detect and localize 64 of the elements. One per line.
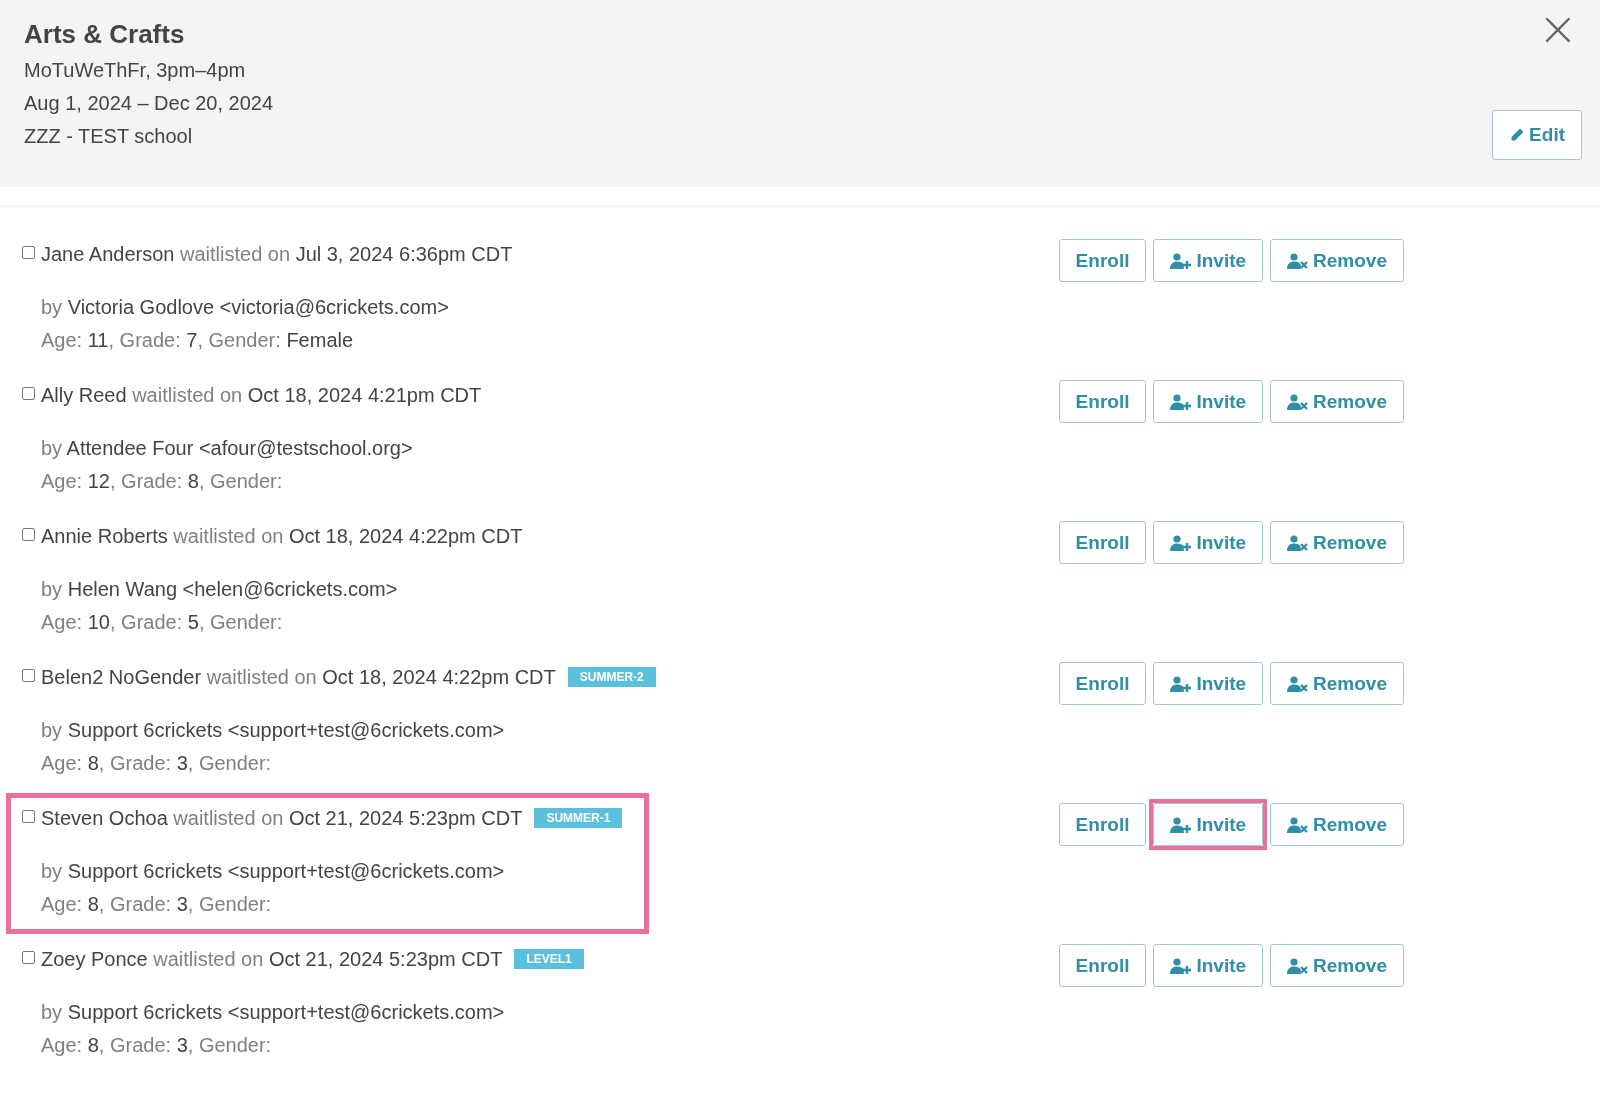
waitlist-entry-text: Ally Reed waitlisted on Oct 18, 2024 4:21pm CDT — [41, 383, 482, 407]
class-detail: ZZZ - TEST school — [24, 124, 194, 149]
enroll-button[interactable]: Enroll — [1058, 944, 1147, 987]
group-tag: SUMMER-2 — [567, 667, 656, 687]
waitlist-entry-text: Steven Ochoa waitlisted on Oct 21, 2024 5:23pm CDT — [41, 806, 523, 830]
waitlist-entry-text: Zoey Ponce waitlisted on Oct 21, 2024 5:23pm CDT — [41, 947, 503, 971]
checkbox[interactable] — [22, 809, 35, 823]
remove-button[interactable]: Remove — [1270, 380, 1404, 423]
edit-button[interactable]: Edit — [1492, 110, 1582, 160]
registered-by-text: by Support 6crickets <support+test@6crickets.com> — [41, 859, 506, 884]
invite-button[interactable]: Invite — [1153, 944, 1264, 987]
student-details-text: Age: 8, Grade: 3, Gender: — [41, 1033, 273, 1058]
registered-by-text: by Support 6crickets <support+test@6crickets.com> — [41, 718, 506, 743]
enroll-button[interactable]: Enroll — [1058, 662, 1147, 705]
registered-by-text: by Attendee Four <afour@testschool.org> — [41, 436, 414, 461]
remove-user-icon — [1287, 252, 1310, 269]
class-detail: MoTuWeThFr, 3pm–4pm — [24, 58, 247, 83]
group-tag: LEVEL1 — [514, 949, 584, 969]
waitlist-entry-text: Belen2 NoGender waitlisted on Oct 18, 2024 4:22pm CDT — [41, 665, 556, 689]
invite-button[interactable]: Invite — [1153, 239, 1264, 282]
remove-user-icon — [1287, 675, 1310, 692]
waitlist-entry-text: Annie Roberts waitlisted on Oct 18, 2024 4:22pm CDT — [41, 524, 523, 548]
student-details-text: Age: 8, Grade: 3, Gender: — [41, 892, 273, 917]
enroll-button[interactable]: Enroll — [1058, 521, 1147, 564]
add-user-icon — [1170, 816, 1193, 833]
student-details-text: Age: 10, Grade: 5, Gender: — [41, 610, 284, 635]
invite-button[interactable]: Invite — [1153, 803, 1264, 846]
checkbox[interactable] — [22, 245, 35, 259]
student-details-text: Age: 11, Grade: 7, Gender: Female — [41, 328, 355, 353]
student-details-text: Age: 8, Grade: 3, Gender: — [41, 751, 273, 776]
invite-button[interactable]: Invite — [1153, 521, 1264, 564]
checkbox[interactable] — [22, 668, 35, 682]
pencil-icon — [1509, 127, 1526, 143]
remove-button[interactable]: Remove — [1270, 239, 1404, 282]
enroll-button[interactable]: Enroll — [1058, 239, 1147, 282]
invite-button[interactable]: Invite — [1153, 662, 1264, 705]
remove-user-icon — [1287, 534, 1310, 551]
enroll-button[interactable]: Enroll — [1058, 803, 1147, 846]
remove-button[interactable]: Remove — [1270, 662, 1404, 705]
add-user-icon — [1170, 675, 1193, 692]
add-user-icon — [1170, 393, 1193, 410]
remove-button[interactable]: Remove — [1270, 521, 1404, 564]
add-user-icon — [1170, 252, 1193, 269]
group-tag: SUMMER-1 — [534, 808, 623, 828]
invite-button[interactable]: Invite — [1153, 380, 1264, 423]
add-user-icon — [1170, 957, 1193, 974]
checkbox[interactable] — [22, 386, 35, 400]
waitlist-entry-text: Jane Anderson waitlisted on Jul 3, 2024 6:36pm CDT — [41, 242, 513, 266]
checkbox[interactable] — [22, 527, 35, 541]
student-details-text: Age: 12, Grade: 8, Gender: — [41, 469, 284, 494]
registered-by-text: by Victoria Godlove <victoria@6crickets.com> — [41, 295, 450, 320]
remove-user-icon — [1287, 393, 1310, 410]
enroll-button[interactable]: Enroll — [1058, 380, 1147, 423]
registered-by-text: by Support 6crickets <support+test@6crickets.com> — [41, 1000, 506, 1025]
close-button[interactable]: × — [1533, 8, 1582, 48]
remove-button[interactable]: Remove — [1270, 803, 1404, 846]
add-user-icon — [1170, 534, 1193, 551]
registered-by-text: by Helen Wang <helen@6crickets.com> — [41, 577, 399, 602]
remove-user-icon — [1287, 816, 1310, 833]
remove-user-icon — [1287, 957, 1310, 974]
remove-button[interactable]: Remove — [1270, 944, 1404, 987]
class-title: Arts & Crafts — [24, 19, 186, 50]
checkbox[interactable] — [22, 950, 35, 964]
class-detail: Aug 1, 2024 – Dec 20, 2024 — [24, 91, 274, 116]
